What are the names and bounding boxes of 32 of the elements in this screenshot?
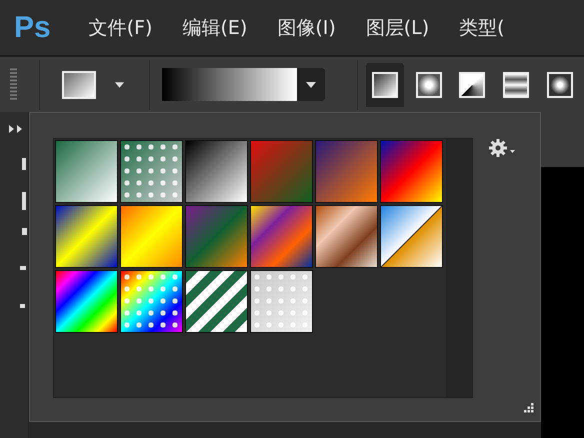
menu-item[interactable]: 类型( xyxy=(459,14,505,40)
menu-item[interactable]: 图层(L) xyxy=(366,14,430,40)
gradient-swatch[interactable] xyxy=(55,270,118,333)
caret-icon xyxy=(304,80,317,88)
tool-preset-swatch[interactable] xyxy=(62,70,96,98)
gradient-swatch[interactable] xyxy=(185,140,248,203)
gradient-swatch[interactable] xyxy=(185,270,248,333)
menu-item[interactable]: 文件(F) xyxy=(88,14,152,40)
gradient-swatch[interactable] xyxy=(315,205,378,268)
gradient-swatch[interactable] xyxy=(250,270,313,333)
collapse-icon[interactable] xyxy=(8,124,24,134)
gradient-swatch[interactable] xyxy=(250,140,313,203)
menu-item[interactable]: 编辑(E) xyxy=(182,14,248,40)
resize-grip-icon[interactable] xyxy=(524,403,534,413)
gradient-swatch[interactable] xyxy=(120,205,183,268)
app-logo: Ps xyxy=(14,10,51,44)
gradient-swatch[interactable] xyxy=(120,140,183,203)
grip-icon[interactable] xyxy=(10,66,18,102)
gradient-swatch[interactable] xyxy=(380,140,443,203)
scrollbar[interactable] xyxy=(446,139,472,397)
gradient-swatch[interactable] xyxy=(120,270,183,333)
caret-icon[interactable] xyxy=(114,80,125,88)
gradient-type-button[interactable] xyxy=(366,62,404,106)
menu-item[interactable]: 图像(I) xyxy=(277,14,336,40)
settings-icon[interactable] xyxy=(488,138,518,158)
gradient-swatch[interactable] xyxy=(55,205,118,268)
gradient-swatch[interactable] xyxy=(250,205,313,268)
gradient-swatch[interactable] xyxy=(380,205,443,268)
gradient-swatch[interactable] xyxy=(315,140,378,203)
gradient-field[interactable] xyxy=(162,68,325,101)
gradient-swatch[interactable] xyxy=(185,205,248,268)
gradient-swatch[interactable] xyxy=(55,140,118,203)
